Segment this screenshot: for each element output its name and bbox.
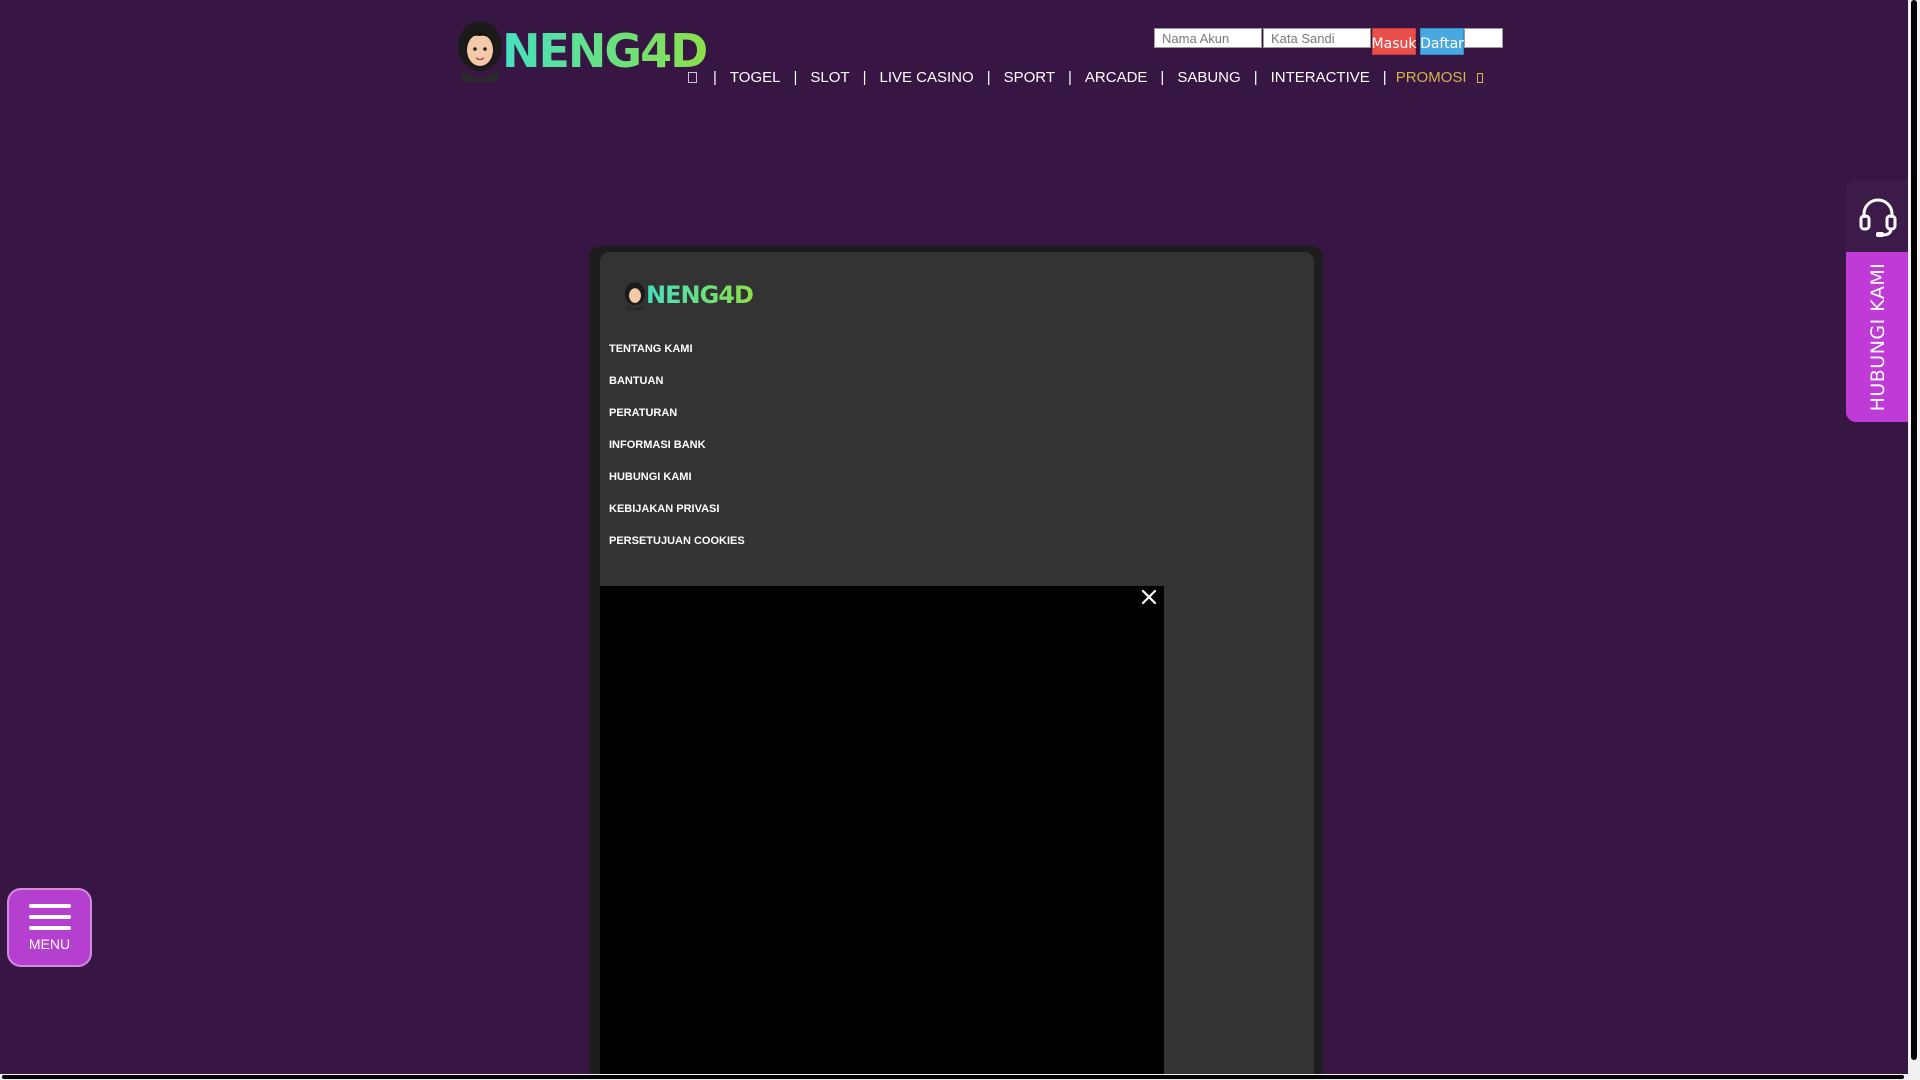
link-persetujuan-cookies[interactable]: PERSETUJUAN COOKIES	[609, 534, 745, 566]
nav-separator: |	[1253, 69, 1258, 86]
nav-item-togel[interactable]: TOGEL	[730, 69, 781, 86]
link-peraturan[interactable]: PERATURAN	[609, 406, 745, 438]
headset-icon[interactable]	[1846, 180, 1910, 252]
nav-separator: |	[1068, 69, 1072, 86]
nav-separator: |	[862, 69, 867, 86]
info-links: TENTANG KAMI BANTUAN PERATURAN INFORMASI…	[609, 342, 745, 566]
nav-item-arcade[interactable]: ARCADE	[1085, 69, 1148, 86]
link-informasi-bank[interactable]: INFORMASI BANK	[609, 438, 745, 470]
mascot-icon	[458, 21, 502, 82]
username-input[interactable]	[1154, 28, 1262, 48]
nav-item-promosi[interactable]: PROMOSI	[1396, 69, 1483, 86]
link-hubungi-kami[interactable]: HUBUNGI KAMI	[609, 470, 745, 502]
horizontal-scrollbar[interactable]	[0, 1074, 1908, 1080]
promo-label: PROMOSI	[1395, 69, 1467, 86]
scroll-thumb[interactable]	[1911, 0, 1917, 1060]
nav-item-sport[interactable]: SPORT	[1004, 69, 1055, 86]
menu-label: MENU	[28, 935, 71, 952]
link-kebijakan-privasi[interactable]: KEBIJAKAN PRIVASI	[609, 502, 745, 534]
register-button[interactable]: Daftar	[1420, 28, 1464, 55]
menu-button[interactable]: MENU	[7, 888, 92, 967]
panel-logo: NENG4D	[624, 278, 754, 314]
home-icon[interactable]	[688, 72, 697, 83]
link-tentang-kami[interactable]: TENTANG KAMI	[609, 342, 745, 374]
logo-text: NENG4D	[502, 24, 708, 78]
nav-item-sabung[interactable]: SABUNG	[1177, 69, 1240, 86]
nav-separator: |	[1382, 69, 1387, 86]
nav-separator: |	[713, 69, 717, 86]
nav-item-live-casino[interactable]: LIVE CASINO	[879, 69, 973, 86]
support-widget[interactable]: HUBUNGI KAMI	[1846, 180, 1910, 422]
vertical-scrollbar[interactable]	[1908, 0, 1920, 1080]
login-button[interactable]: Masuk	[1372, 28, 1416, 55]
login-form: Masuk Daftar	[1154, 28, 1503, 55]
link-bantuan[interactable]: BANTUAN	[609, 374, 745, 406]
site-logo[interactable]: NENG4D	[456, 18, 708, 82]
contact-tab[interactable]: HUBUNGI KAMI	[1846, 252, 1910, 422]
close-icon[interactable]	[1138, 586, 1160, 608]
nav-separator: |	[1160, 69, 1165, 86]
video-popup[interactable]	[600, 586, 1164, 1080]
nav-separator: |	[986, 69, 991, 86]
mascot-icon	[624, 282, 646, 311]
panel-logo-text: NENG4D	[646, 281, 754, 309]
password-input[interactable]	[1263, 28, 1371, 48]
hamburger-icon	[28, 903, 71, 930]
nav-separator: |	[793, 69, 798, 86]
contact-label: HUBUNGI KAMI	[1867, 262, 1889, 412]
footer-panel: NENG4D TENTANG KAMI BANTUAN PERATURAN IN…	[600, 252, 1314, 1080]
promo-icon	[1476, 72, 1483, 83]
language-select[interactable]	[1464, 28, 1503, 48]
nav-item-slot[interactable]: SLOT	[810, 69, 849, 86]
scroll-thumb[interactable]	[2, 1075, 1904, 1079]
nav-item-interactive[interactable]: INTERACTIVE	[1271, 69, 1370, 86]
main-nav: | TOGEL | SLOT | LIVE CASINO | SPORT | A…	[686, 69, 1483, 86]
